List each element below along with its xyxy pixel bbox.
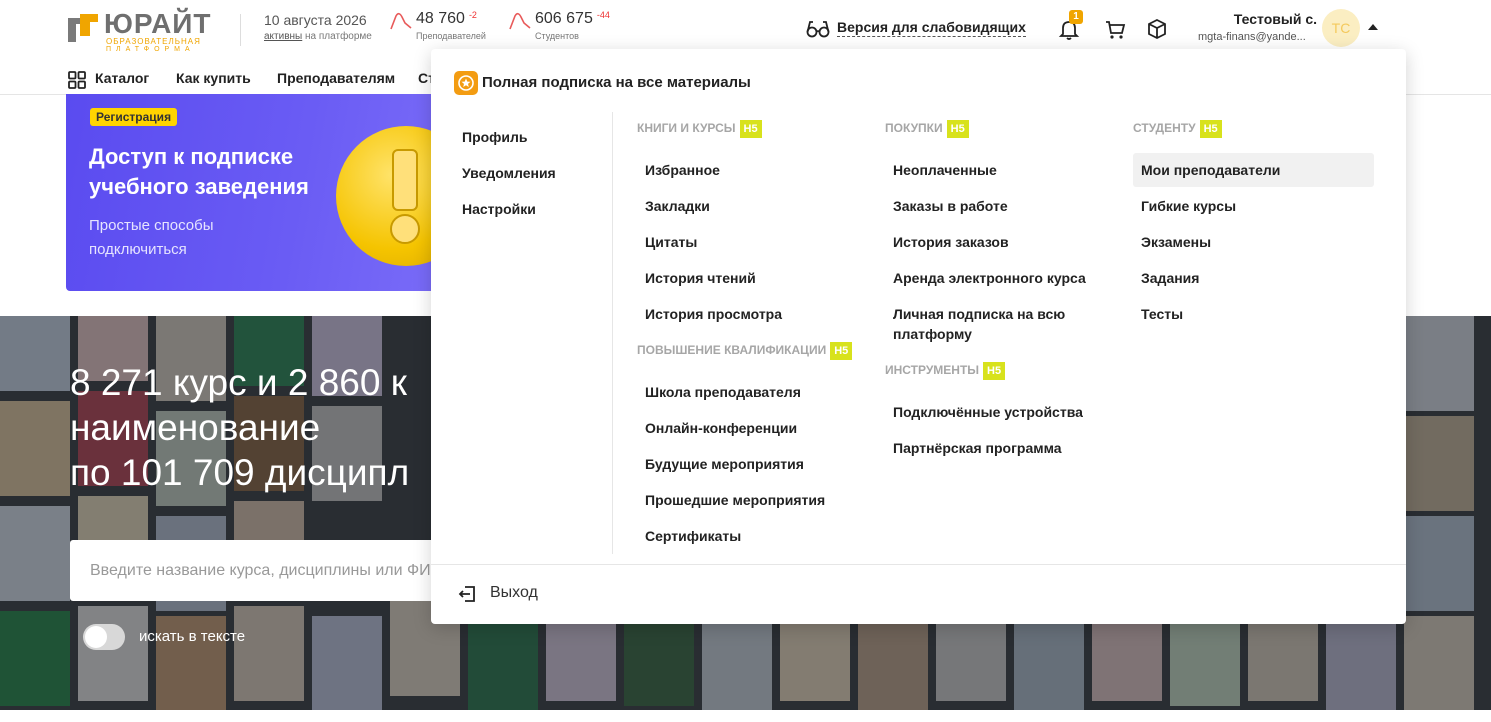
menu-teacher-school[interactable]: Школа преподавателя xyxy=(645,382,801,402)
h5-badge: Н5 xyxy=(983,362,1006,380)
menu-past-events[interactable]: Прошедшие мероприятия xyxy=(645,490,825,510)
hero-line-1: 8 271 курс и 2 860 к xyxy=(70,362,407,403)
promo-tag: Регистрация xyxy=(90,108,178,126)
nav-how-to-buy[interactable]: Как купить xyxy=(176,70,251,86)
promo-subtitle: Простые способы подключиться xyxy=(89,217,214,258)
students-count-wrap: 606 675 -44 xyxy=(535,10,610,28)
students-count: 606 675 xyxy=(535,10,593,27)
purchases-header: ПОКУПКИ Н5 xyxy=(885,120,969,138)
books-courses-header: КНИГИ И КУРСЫ Н5 xyxy=(637,120,762,138)
exclamation-badge-icon xyxy=(336,126,446,266)
menu-view-history[interactable]: История просмотра xyxy=(645,304,782,324)
logout-icon[interactable] xyxy=(457,584,477,604)
tools-header: ИНСТРУМЕНТЫ Н5 xyxy=(885,362,1006,380)
menu-flexible-courses[interactable]: Гибкие курсы xyxy=(1141,196,1236,216)
avatar[interactable]: ТС xyxy=(1322,9,1360,47)
menu-settings[interactable]: Настройки xyxy=(462,201,536,217)
toggle-knob xyxy=(85,626,107,648)
hero-line-2: наименование xyxy=(70,407,321,448)
h5-badge: Н5 xyxy=(1199,120,1222,138)
logo-subtitle: ОБРАЗОВАТЕЛЬНАЯ xyxy=(106,37,201,46)
hero-title: 8 271 курс и 2 860 к наименование по 101… xyxy=(70,360,409,495)
header-divider xyxy=(240,14,241,46)
menu-notifications[interactable]: Уведомления xyxy=(462,165,556,181)
menu-connected-devices[interactable]: Подключённые устройства xyxy=(893,402,1083,422)
subscription-title: Полная подписка на все материалы xyxy=(482,74,751,91)
search-in-text-toggle[interactable] xyxy=(83,624,125,650)
student-header: СТУДЕНТУ Н5 xyxy=(1133,120,1222,138)
promo-banner[interactable]: Регистрация Доступ к подписке учебного з… xyxy=(66,94,446,291)
logo[interactable]: ЮРАЙТ ОБРАЗОВАТЕЛЬНАЯ ПЛАТФОРМА xyxy=(66,8,216,53)
search-in-text-label: искать в тексте xyxy=(139,628,246,645)
menu-assignments[interactable]: Задания xyxy=(1141,268,1199,288)
menu-divider xyxy=(612,112,613,554)
logout-divider xyxy=(431,564,1406,565)
teachers-label: Преподавателей xyxy=(416,31,486,41)
search-input[interactable] xyxy=(88,558,472,584)
menu-order-history[interactable]: История заказов xyxy=(893,232,1009,252)
menu-course-rental[interactable]: Аренда электронного курса xyxy=(893,268,1086,288)
promo-title: Доступ к подписке учебного заведения xyxy=(89,144,309,199)
date-block: 10 августа 2026 активны на платформе xyxy=(264,12,372,42)
menu-exams[interactable]: Экзамены xyxy=(1141,232,1211,252)
logo-title: ЮРАЙТ xyxy=(104,8,212,39)
menu-quotes[interactable]: Цитаты xyxy=(645,232,697,252)
section-title: СТУДЕНТУ xyxy=(1133,121,1196,135)
logo-mark-icon xyxy=(68,14,98,42)
search-box xyxy=(70,540,490,601)
section-title: КНИГИ И КУРСЫ xyxy=(637,121,736,135)
user-name[interactable]: Тестовый с. xyxy=(1234,11,1317,27)
active-users-caption: активны на платформе xyxy=(264,31,372,42)
students-label: Студентов xyxy=(535,31,579,41)
grid-icon xyxy=(68,71,86,89)
nav-teachers[interactable]: Преподавателям xyxy=(277,70,395,86)
menu-favorites[interactable]: Избранное xyxy=(645,160,720,180)
menu-orders-in-progress[interactable]: Заказы в работе xyxy=(893,196,1008,216)
menu-my-teachers[interactable]: Мои преподаватели xyxy=(1133,153,1374,187)
exclamation-dot xyxy=(390,214,420,244)
menu-personal-subscription[interactable]: Личная подписка на всю платформу xyxy=(893,304,1093,344)
active-suffix: на платформе xyxy=(305,31,372,42)
user-email: mgta-finans@yande... xyxy=(1198,31,1306,43)
menu-partner-program[interactable]: Партнёрская программа xyxy=(893,438,1062,458)
hero-line-3: по 101 709 дисципл xyxy=(70,452,410,493)
star-icon xyxy=(454,71,478,95)
exclamation-bar xyxy=(392,149,418,211)
box-icon[interactable] xyxy=(1146,18,1168,40)
teachers-delta: -2 xyxy=(468,10,477,20)
qualification-header: ПОВЫШЕНИЕ КВАЛИФИКАЦИИ Н5 xyxy=(637,342,853,360)
h5-badge: Н5 xyxy=(830,342,853,360)
user-menu-dropdown: Полная подписка на все материалы Профиль… xyxy=(431,49,1406,624)
menu-bookmarks[interactable]: Закладки xyxy=(645,196,710,216)
h5-badge: Н5 xyxy=(946,120,969,138)
trend-icon xyxy=(390,12,412,30)
menu-certificates[interactable]: Сертификаты xyxy=(645,526,741,546)
cart-icon[interactable] xyxy=(1104,18,1126,40)
section-title: ПОКУПКИ xyxy=(885,121,943,135)
current-date: 10 августа 2026 xyxy=(264,12,367,28)
menu-upcoming-events[interactable]: Будущие мероприятия xyxy=(645,454,804,474)
menu-unpaid[interactable]: Неоплаченные xyxy=(893,160,997,180)
section-title: ИНСТРУМЕНТЫ xyxy=(885,363,980,377)
trend-icon xyxy=(509,12,531,30)
nav-catalog[interactable]: Каталог xyxy=(95,70,149,86)
notifications-badge: 1 xyxy=(1069,10,1083,24)
section-title: ПОВЫШЕНИЕ КВАЛИФИКАЦИИ xyxy=(637,343,827,357)
menu-profile[interactable]: Профиль xyxy=(462,129,528,145)
students-delta: -44 xyxy=(596,10,610,20)
teachers-count: 48 760 xyxy=(416,10,465,27)
accessibility-label: Версия для слабовидящих xyxy=(837,19,1026,37)
active-link[interactable]: активны xyxy=(264,31,302,42)
glasses-icon xyxy=(806,21,830,38)
teachers-count-wrap: 48 760 -2 xyxy=(416,10,477,28)
menu-reading-history[interactable]: История чтений xyxy=(645,268,756,288)
menu-online-conferences[interactable]: Онлайн-конференции xyxy=(645,418,797,438)
logout-button[interactable]: Выход xyxy=(490,584,538,602)
caret-up-icon[interactable] xyxy=(1368,24,1378,30)
logo-subtitle-2: ПЛАТФОРМА xyxy=(106,46,195,53)
menu-tests[interactable]: Тесты xyxy=(1141,304,1183,324)
h5-badge: Н5 xyxy=(739,120,762,138)
